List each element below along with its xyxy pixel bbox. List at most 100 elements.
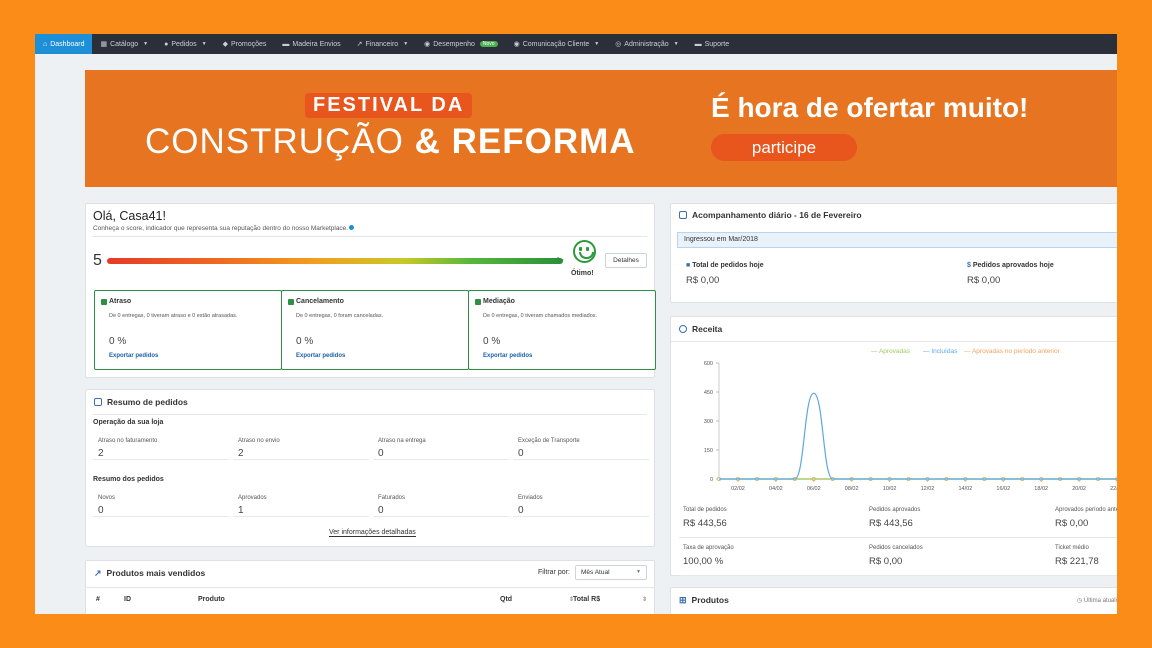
summary-cell: Atraso na entrega 0 [373,436,509,460]
summary-label: Atraso no faturamento [98,438,158,444]
summary-cell: Enviados 0 [513,493,649,517]
table-header-cell[interactable]: Total R$ ⇕ [573,596,647,603]
score-subtitle: Conheça o score, indicador que represent… [93,225,355,232]
summary-label: Novos [98,495,116,501]
bag-icon: ■ [686,262,691,269]
revenue-stat-value: R$ 0,00 [1055,518,1089,529]
nav-item-administracao[interactable]: ◎ Administração ▼ [607,34,686,54]
table-header-cell[interactable]: ID [124,596,131,603]
catalog-icon: ▦ [100,41,108,48]
last-update-label: ◷ Última atuali [1077,598,1117,604]
info-icon[interactable] [349,225,355,230]
nav-item-comunicacao-cliente[interactable]: ◉ Comunicação Cliente ▼ [506,34,608,54]
nav-item-suporte[interactable]: ▬ Suporte [687,34,738,54]
summary-label: Enviados [518,495,543,501]
nav-item-madeira-envios[interactable]: ▬ Madeira Envios [274,34,348,54]
x-tick-label: 20/02 [1072,486,1086,492]
revenue-stat-label: Pedidos cancelados [869,545,923,551]
top-nav: ⌂ Dashboard ▦ Catálogo ▼ ● Pedidos ▼ ◆ Promoções ▬… [35,34,1117,54]
banner-festival-label: FESTIVAL DA [305,93,473,118]
x-tick-label: 12/02 [921,486,935,492]
summary-value: 0 [378,505,384,516]
banner-participate-button[interactable]: participe [711,134,857,161]
banner-title: CONSTRUÇÃO & REFORMA [145,122,636,161]
table-header-cell[interactable]: # [96,596,100,603]
nav-item-dashboard[interactable]: ⌂ Dashboard [35,34,93,54]
table-header-cell[interactable]: Qtd ⇕ [500,596,574,603]
summary-value: 0 [98,505,104,516]
export-orders-link[interactable]: Exportar pedidos [109,353,158,359]
dollar-icon: $ [967,262,971,269]
greeting: Olá, Casa41! [93,209,166,223]
y-tick-label: 450 [704,390,713,396]
summary-cell: Exceção de Transporte 0 [513,436,649,460]
revenue-stat-label: Total de pedidos [683,507,727,513]
building-icon [94,398,102,406]
x-tick-label: 10/02 [883,486,897,492]
summary-label: Aprovados [238,495,267,501]
orders-summary-card: Resumo de pedidos Operação da sua loja A… [85,389,655,547]
revenue-stat-value: R$ 443,56 [683,518,727,529]
total-orders-today-value: R$ 0,00 [686,275,720,286]
banner-headline: É hora de ofertar muito! [711,92,1029,123]
metric-title: Cancelamento [296,298,344,305]
summary-value: 1 [238,505,244,516]
table-header-cell[interactable]: Produto [198,596,225,603]
sitemap-icon: ⊞ [679,594,687,605]
settings-icon: ◎ [615,41,622,48]
nav-item-promocoes[interactable]: ◆ Promoções [215,34,275,54]
export-orders-link[interactable]: Exportar pedidos [483,353,532,359]
y-tick-label: 600 [704,361,713,367]
trend-icon: ↗ [94,567,102,578]
nav-item-pedidos[interactable]: ● Pedidos ▼ [156,34,214,54]
approved-orders-today-value: R$ 0,00 [967,275,1001,286]
x-tick-label: 08/02 [845,486,859,492]
chevron-down-icon: ▼ [403,41,409,47]
revenue-stat-value: R$ 0,00 [869,556,903,567]
score-value: 5 [93,252,102,269]
detailed-info-link[interactable]: Ver informações detalhadas [329,529,416,537]
revenue-card: Receita — Aprovadas — Incluídas — Aprovada… [670,316,1117,576]
revenue-stat-value: R$ 443,56 [869,518,913,529]
revenue-stat-value: 100,00 % [683,556,724,567]
products-header: ⊞ Produtos [679,594,729,606]
summary-label: Atraso na entrega [378,438,426,444]
orders-icon: ● [164,40,169,48]
tag-icon: ◆ [222,41,228,48]
summary-cell: Atraso no faturamento 2 [93,436,229,460]
x-tick-label: 18/02 [1034,486,1048,492]
performance-icon: ◉ [424,41,431,48]
metric-value: 0 % [483,336,501,347]
summary-value: 2 [98,448,104,459]
details-button[interactable]: Detalhes [605,253,647,268]
score-card: Olá, Casa41! Conheça o score, indicador … [85,203,656,378]
metric-value: 0 % [109,336,127,347]
metric-title: Mediação [483,298,515,305]
chat-icon [475,299,481,305]
metric-card: Atraso De 0 entregas, 0 tiveram atraso e… [94,290,282,370]
joined-info-bar: Ingressou em Mar/2018 [677,232,1117,248]
metric-card: Cancelamento De 0 entregas, 0 foram canc… [281,290,469,370]
daily-tracking-card: Acompanhamento diário - 16 de Fevereiro … [670,203,1117,303]
export-orders-link[interactable]: Exportar pedidos [296,353,345,359]
chat-icon: ◉ [513,41,520,48]
support-icon: ▬ [694,40,702,48]
app-window: ⌂ Dashboard ▦ Catálogo ▼ ● Pedidos ▼ ◆ Promoções ▬… [35,34,1117,614]
summary-cell: Atraso no envio 2 [233,436,369,460]
chart-icon: ↗ [356,41,363,48]
approved-orders-today-label: $ Pedidos aprovados hoje [967,262,1054,269]
orders-summary-header: Resumo de pedidos [86,390,654,410]
nav-item-financeiro[interactable]: ↗ Financeiro ▼ [349,34,417,54]
calendar-icon [679,211,687,219]
truck-icon: ▬ [282,40,290,48]
truck-icon [101,299,107,305]
promo-banner[interactable]: FESTIVAL DA CONSTRUÇÃO & REFORMA É hora … [85,70,1117,187]
y-tick-label: 300 [704,419,713,425]
filter-label: Filtrar por: [538,569,570,576]
revenue-stat-label: Aprovados período anterior [1055,507,1117,513]
period-filter-select[interactable]: Mês Atual ▼ [575,565,647,580]
chevron-down-icon: ▼ [594,41,600,47]
nav-item-catalogo[interactable]: ▦ Catálogo ▼ [92,34,156,54]
chevron-down-icon: ▼ [201,41,207,47]
nav-item-desempenho[interactable]: ◉ Desempenho Novo [416,34,505,54]
